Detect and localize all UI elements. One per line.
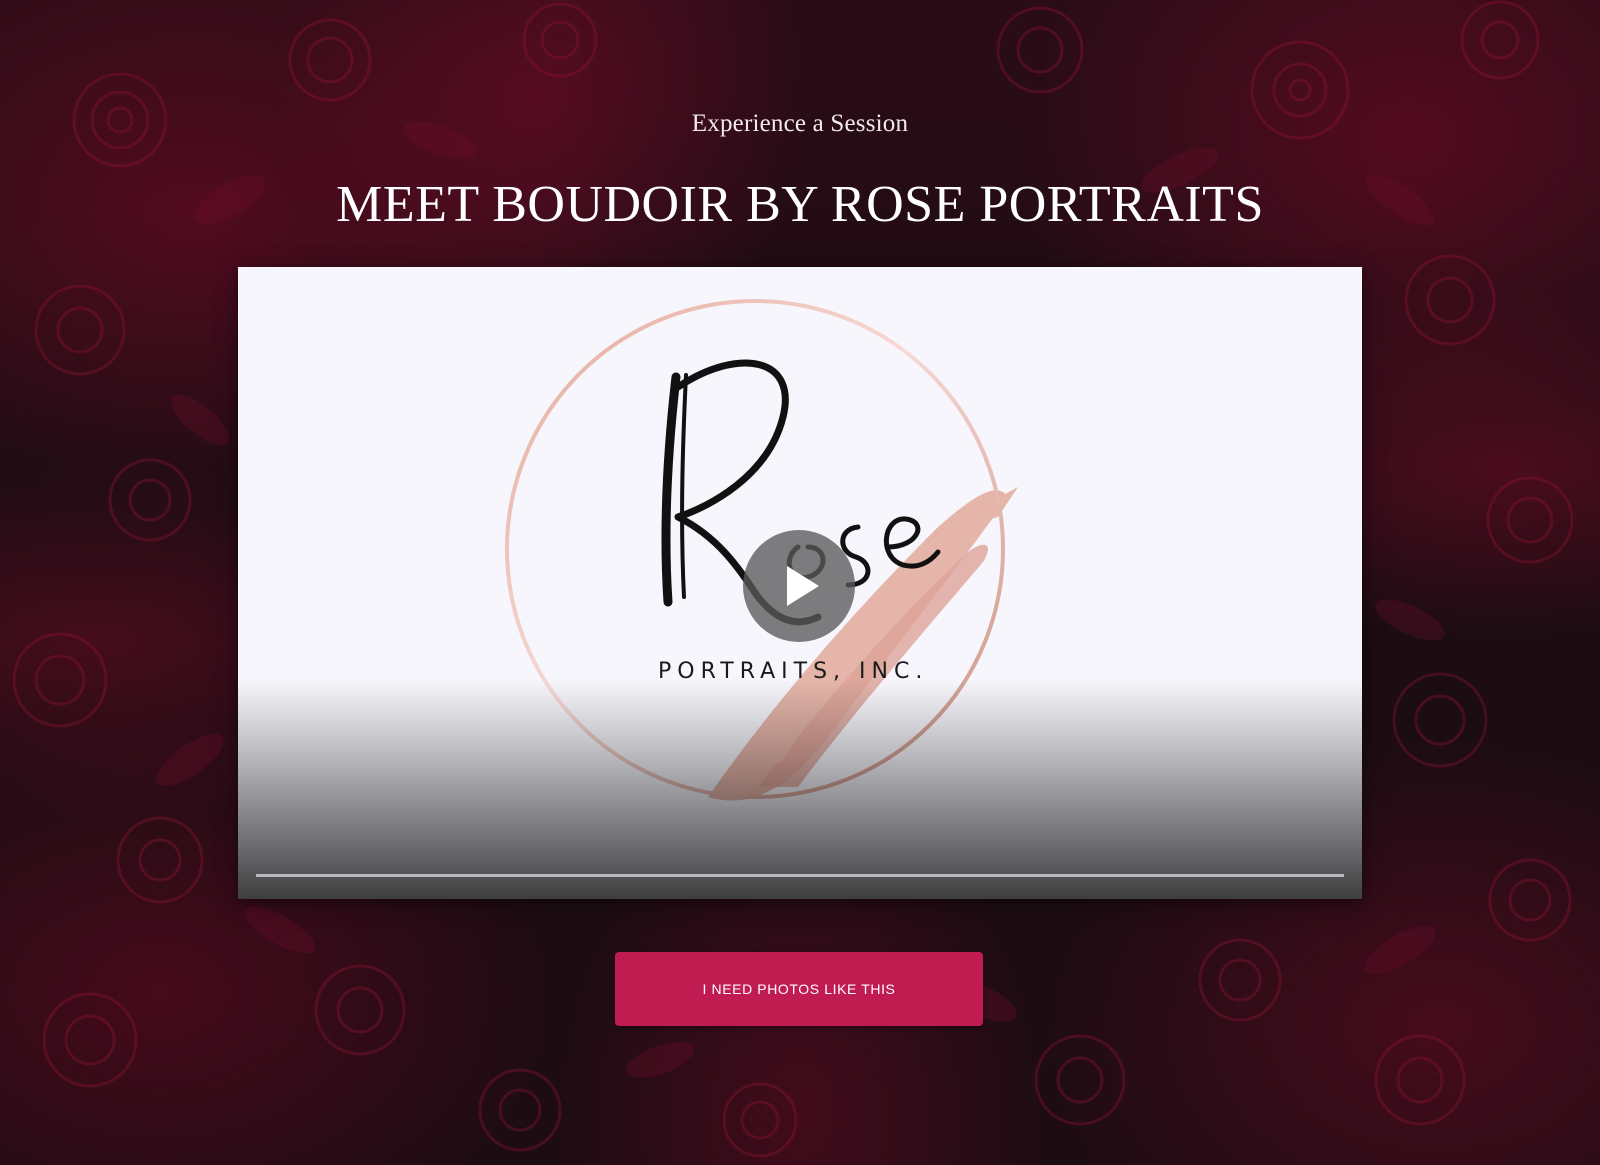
video-player[interactable]: PORTRAITS, INC. [238,267,1362,899]
cta-button[interactable]: I NEED PHOTOS LIKE THIS [615,952,983,1026]
video-progress-bar[interactable] [256,874,1344,877]
play-button[interactable] [743,530,855,642]
logo-subtitle: PORTRAITS, INC. [658,659,929,684]
page-title: MEET BOUDOIR BY ROSE PORTRAITS [336,176,1264,233]
section-eyebrow: Experience a Session [691,110,909,137]
play-icon [787,566,819,606]
